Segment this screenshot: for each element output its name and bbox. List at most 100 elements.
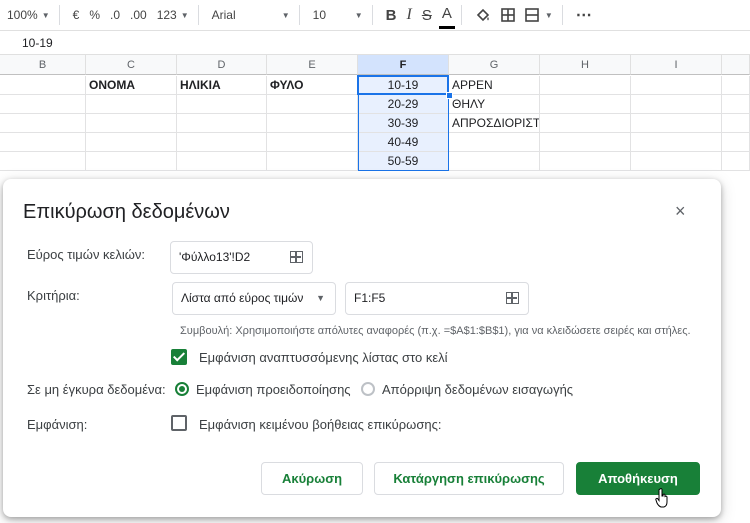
cell-e5[interactable] bbox=[267, 152, 358, 171]
cell-g4[interactable] bbox=[449, 133, 540, 152]
column-header-i[interactable]: I bbox=[631, 55, 722, 75]
column-header-e[interactable]: E bbox=[267, 55, 358, 75]
cell-d3[interactable] bbox=[177, 114, 267, 133]
chevron-down-icon: ▼ bbox=[316, 293, 325, 303]
cell-range-label: Εύρος τιμών κελιών: bbox=[27, 247, 146, 262]
cell-h5[interactable] bbox=[540, 152, 631, 171]
help-text-checkbox[interactable] bbox=[171, 415, 187, 431]
column-header-f[interactable]: F bbox=[358, 55, 449, 75]
cell-d1[interactable]: ΗΛΙΚΙΑ bbox=[177, 76, 267, 95]
more-options-icon[interactable]: ⋯ bbox=[573, 3, 595, 27]
borders-button[interactable] bbox=[498, 3, 518, 27]
cell-j3[interactable] bbox=[722, 114, 750, 133]
reject-input-radio[interactable] bbox=[361, 382, 375, 396]
cell-c4[interactable] bbox=[86, 133, 177, 152]
save-button[interactable]: Αποθήκευση bbox=[576, 462, 700, 495]
cell-e2[interactable] bbox=[267, 95, 358, 114]
cell-c3[interactable] bbox=[86, 114, 177, 133]
increase-decimal-button[interactable]: .00 bbox=[127, 3, 150, 27]
font-size-value: 10 bbox=[312, 8, 326, 22]
zoom-select[interactable]: 100% ▼ bbox=[4, 3, 53, 27]
close-icon[interactable]: × bbox=[675, 201, 686, 222]
column-header-partial[interactable] bbox=[722, 55, 750, 75]
more-formats-button[interactable]: 123 ▼ bbox=[154, 3, 192, 27]
percent-button[interactable]: % bbox=[86, 3, 103, 27]
cell-b2[interactable] bbox=[0, 95, 86, 114]
column-header-b[interactable]: B bbox=[0, 55, 86, 75]
show-warning-label[interactable]: Εμφάνιση προειδοποίησης bbox=[196, 382, 351, 397]
cell-j4[interactable] bbox=[722, 133, 750, 152]
reject-input-label[interactable]: Απόρριψη δεδομένων εισαγωγής bbox=[382, 382, 573, 397]
column-header-d[interactable]: D bbox=[177, 55, 267, 75]
show-warning-radio[interactable] bbox=[175, 382, 189, 396]
cell-h4[interactable] bbox=[540, 133, 631, 152]
column-header-c[interactable]: C bbox=[86, 55, 177, 75]
fill-handle[interactable] bbox=[446, 92, 453, 99]
cell-c1[interactable]: ΟΝΟΜΑ bbox=[86, 76, 177, 95]
cell-j1[interactable] bbox=[722, 76, 750, 95]
cell-g2[interactable]: ΘΗΛΥ bbox=[449, 95, 540, 114]
cell-b4[interactable] bbox=[0, 133, 86, 152]
decrease-decimal-button[interactable]: .0 bbox=[107, 3, 123, 27]
cell-g5[interactable] bbox=[449, 152, 540, 171]
criteria-range-input[interactable]: F1:F5 bbox=[345, 282, 529, 315]
cell-j5[interactable] bbox=[722, 152, 750, 171]
help-text-label[interactable]: Εμφάνιση κειμένου βοήθειας επικύρωσης: bbox=[199, 417, 441, 432]
toolbar-divider bbox=[197, 5, 199, 25]
font-select[interactable]: Arial ▼ bbox=[209, 3, 293, 27]
cell-h2[interactable] bbox=[540, 95, 631, 114]
cell-i4[interactable] bbox=[631, 133, 722, 152]
cell-i1[interactable] bbox=[631, 76, 722, 95]
cell-i3[interactable] bbox=[631, 114, 722, 133]
column-header-h[interactable]: H bbox=[540, 55, 631, 75]
chevron-down-icon: ▼ bbox=[180, 10, 189, 20]
strikethrough-button[interactable]: S bbox=[419, 3, 435, 27]
more-formats-label: 123 bbox=[156, 8, 177, 22]
show-dropdown-label[interactable]: Εμφάνιση αναπτυσσόμενης λίστας στο κελί bbox=[199, 350, 448, 365]
bold-button[interactable]: B bbox=[383, 3, 400, 27]
text-color-button[interactable]: A bbox=[438, 2, 455, 29]
select-range-icon[interactable] bbox=[290, 251, 303, 263]
criteria-label: Κριτήρια: bbox=[27, 288, 80, 303]
cell-range-input[interactable]: 'Φύλλο13'!D2 bbox=[170, 241, 313, 274]
column-header-g[interactable]: G bbox=[449, 55, 540, 75]
cell-b1[interactable] bbox=[0, 76, 86, 95]
cell-i2[interactable] bbox=[631, 95, 722, 114]
chevron-down-icon: ▼ bbox=[41, 10, 50, 20]
cell-c2[interactable] bbox=[86, 95, 177, 114]
select-range-icon[interactable] bbox=[506, 292, 519, 304]
cell-e1[interactable]: ΦΥΛΟ bbox=[267, 76, 358, 95]
cell-b5[interactable] bbox=[0, 152, 86, 171]
cell-b3[interactable] bbox=[0, 114, 86, 133]
criteria-type-value: Λίστα από εύρος τιμών bbox=[181, 291, 304, 305]
cancel-button[interactable]: Ακύρωση bbox=[261, 462, 363, 495]
toolbar: 100% ▼ € % .0 .00 123 ▼ Arial ▼ 10 ▼ B I S A… bbox=[0, 0, 750, 31]
cell-c5[interactable] bbox=[86, 152, 177, 171]
merge-cells-button[interactable]: ▼ bbox=[522, 3, 556, 27]
cell-h3[interactable] bbox=[540, 114, 631, 133]
show-dropdown-checkbox[interactable] bbox=[171, 349, 187, 365]
cell-range-value: 'Φύλλο13'!D2 bbox=[179, 250, 251, 264]
cell-d4[interactable] bbox=[177, 133, 267, 152]
data-validation-dialog: Επικύρωση δεδομένων × Εύρος τιμών κελιών… bbox=[3, 179, 721, 517]
formula-bar[interactable]: 10-19 bbox=[0, 31, 750, 55]
fill-color-button[interactable] bbox=[472, 3, 494, 27]
cell-e4[interactable] bbox=[267, 133, 358, 152]
merge-icon bbox=[525, 8, 539, 22]
cell-e3[interactable] bbox=[267, 114, 358, 133]
cell-j2[interactable] bbox=[722, 95, 750, 114]
italic-button[interactable]: I bbox=[403, 3, 414, 27]
currency-button[interactable]: € bbox=[70, 3, 83, 27]
font-size-select[interactable]: 10 ▼ bbox=[310, 3, 366, 27]
cell-g3[interactable]: ΑΠΡΟΣΔΙΟΡΙΣΤΟ bbox=[449, 114, 540, 133]
cell-d2[interactable] bbox=[177, 95, 267, 114]
criteria-type-select[interactable]: Λίστα από εύρος τιμών ▼ bbox=[172, 282, 336, 315]
cell-d5[interactable] bbox=[177, 152, 267, 171]
zoom-value: 100% bbox=[7, 8, 38, 22]
remove-validation-button[interactable]: Κατάργηση επικύρωσης bbox=[374, 462, 564, 495]
toolbar-divider bbox=[298, 5, 300, 25]
cell-i5[interactable] bbox=[631, 152, 722, 171]
cell-h1[interactable] bbox=[540, 76, 631, 95]
cell-g1[interactable]: ΑΡΡΕΝ bbox=[449, 76, 540, 95]
criteria-range-value: F1:F5 bbox=[354, 291, 386, 305]
